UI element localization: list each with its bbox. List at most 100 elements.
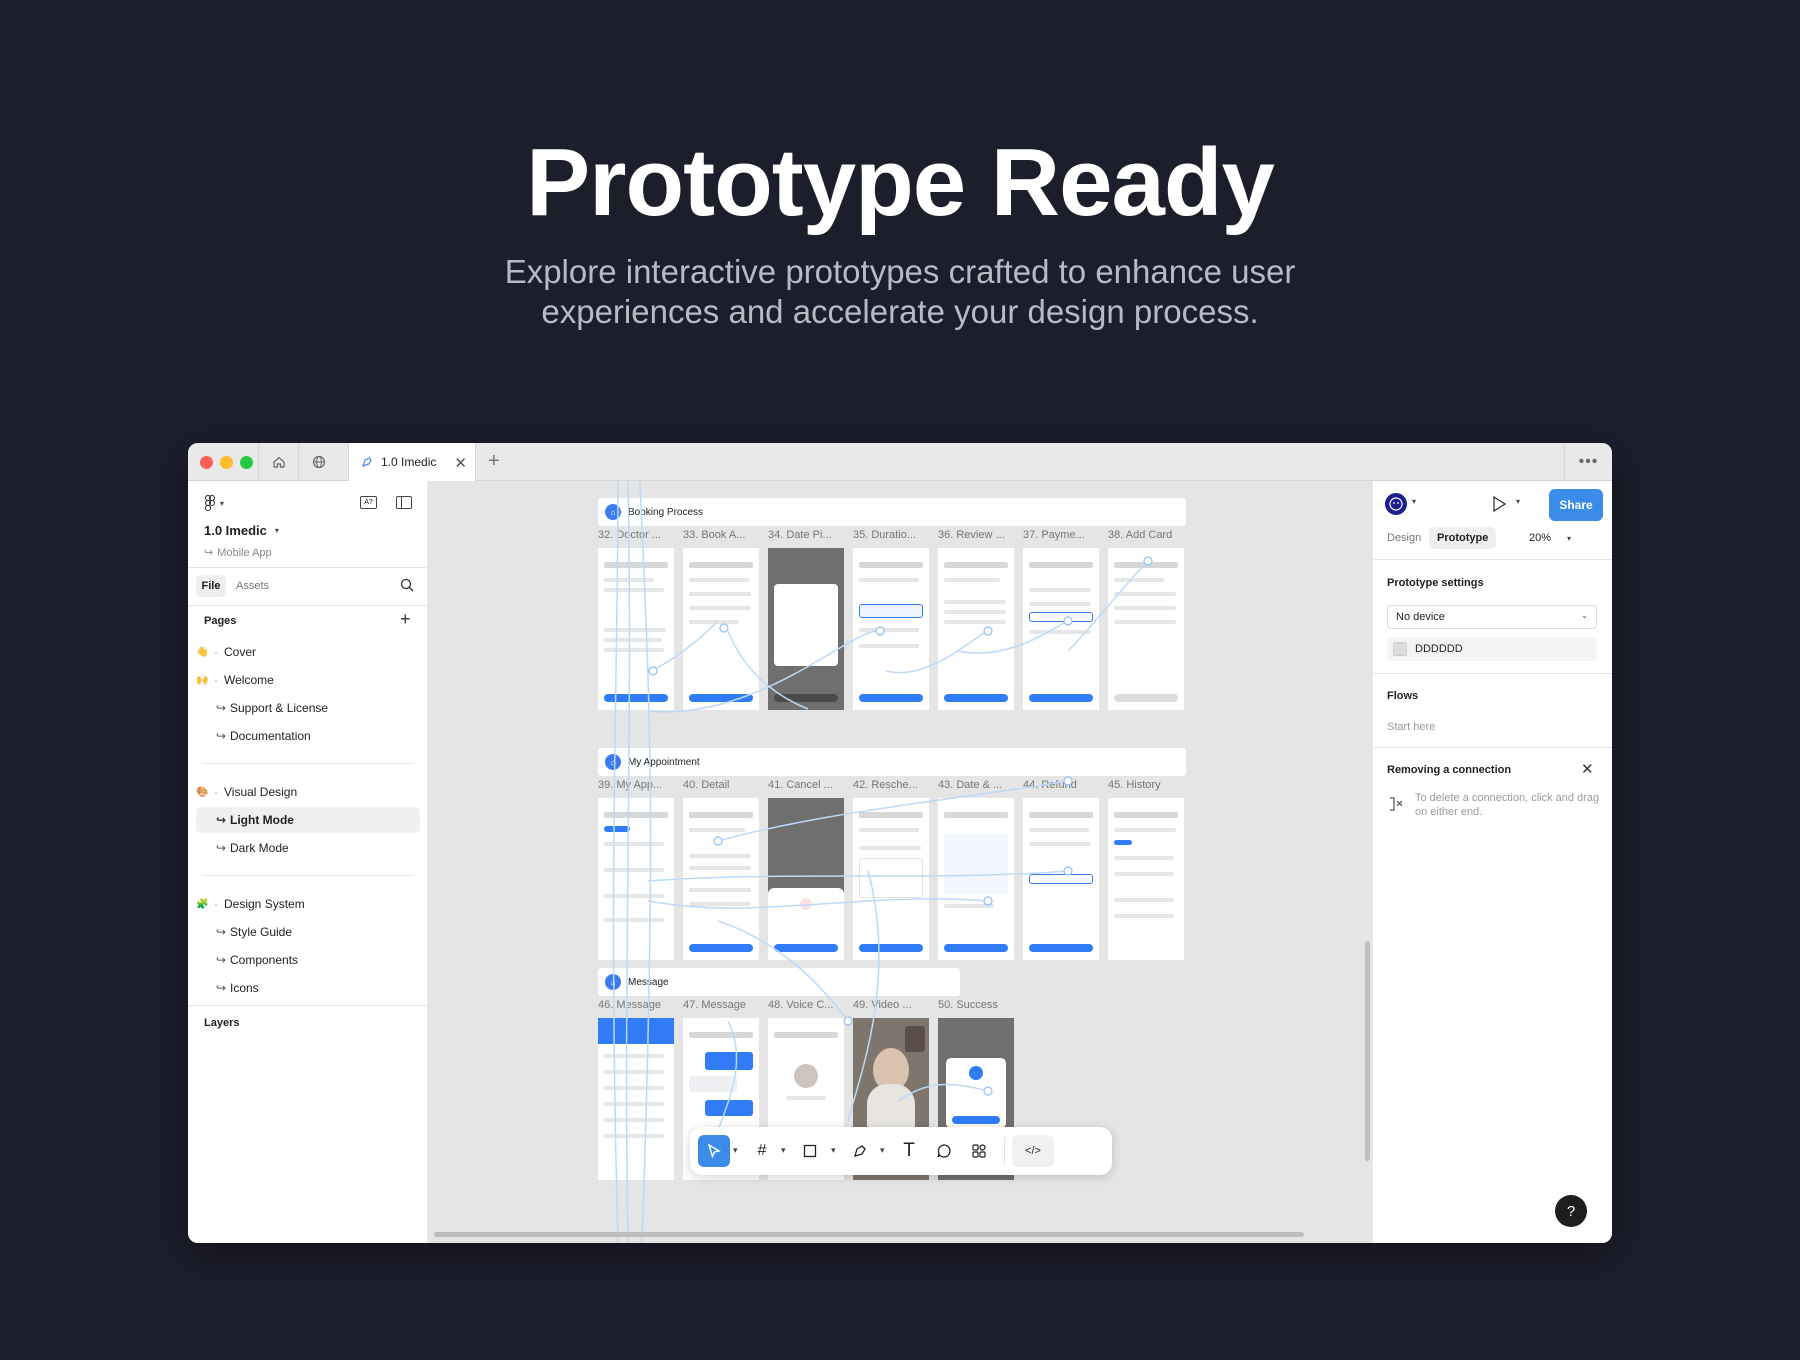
pen-tool-icon [362,457,372,467]
help-button[interactable]: ? [1555,1195,1587,1227]
page-item-documentation[interactable]: ↪ Documentation [196,723,420,749]
main-menu-button[interactable]: ▾ [204,495,224,511]
minimize-window-button[interactable] [220,456,233,469]
pen-tool-button[interactable] [844,1135,876,1167]
page-item-cover[interactable]: 👋 · Cover [196,639,420,665]
close-window-button[interactable] [200,456,213,469]
right-panel: ▾ ▾ Share Design Prototype 20% ▾ Prototy… [1372,481,1612,1243]
tab-design[interactable]: Design [1387,527,1421,549]
return-arrow-icon: ↪ [216,729,227,743]
font-icon[interactable]: A? [360,496,377,509]
device-select[interactable]: No device ⌄ [1387,605,1597,629]
page-label: Documentation [230,729,311,743]
tab-prototype[interactable]: Prototype [1429,527,1497,549]
file-name: 1.0 Imedic [204,523,267,538]
return-arrow-icon: ↪ [216,953,227,967]
hero-title: Prototype Ready [526,129,1275,236]
zoom-value: 20% [1529,532,1552,544]
hero-subtitle: Explore interactive prototypes crafted t… [504,253,1296,330]
sidebar-toggle-icon[interactable] [396,496,412,509]
app-window: 1.0 Imedic ✕ + ••• ▾ A? 1.0 Imedic ▾ ↪ M… [188,443,1612,1243]
palette-emoji-icon: 🎨 [196,786,209,798]
chevron-down-icon: ▾ [274,526,279,535]
page-label: Dark Mode [230,841,289,855]
tab-assets[interactable]: Assets [236,575,269,597]
background-color-value: DDDDDD [1415,643,1463,655]
return-arrow-icon: ↪ [216,701,227,715]
chevron-down-icon[interactable]: ▾ [1516,497,1520,506]
page-label: Support & License [230,701,329,715]
page-item-icons[interactable]: ↪ Icons [196,975,420,1001]
tab-file[interactable]: File [196,575,226,597]
file-tab[interactable]: 1.0 Imedic ✕ [348,443,476,481]
search-icon[interactable] [400,578,414,595]
more-icon[interactable]: ••• [1564,443,1612,481]
comment-tool-button[interactable] [928,1135,960,1167]
home-button[interactable] [258,443,298,481]
chevron-down-icon[interactable]: ▾ [733,1145,738,1156]
page-item-light-mode[interactable]: ↪ Light Mode [196,807,420,833]
background-color-field[interactable]: DDDDDD [1387,637,1597,661]
page-label: Style Guide [230,925,293,939]
raised-hands-emoji-icon: 🙌 [196,674,209,686]
project-link[interactable]: ↪ Mobile App [204,546,272,560]
page-item-design-system[interactable]: 🧩 · Design System [196,891,420,917]
play-icon [1493,495,1507,513]
close-icon[interactable]: ✕ [1581,760,1594,778]
file-name-button[interactable]: 1.0 Imedic ▾ [204,523,279,538]
frame-tool-button[interactable]: # [746,1135,778,1167]
add-page-icon[interactable]: + [400,609,411,630]
close-tab-icon[interactable]: ✕ [454,454,467,472]
page-label: Welcome [224,673,274,687]
text-tool-button[interactable]: T [893,1135,925,1167]
page-label: Visual Design [224,785,298,799]
dev-mode-toggle[interactable]: </> [1012,1135,1054,1167]
page-item-visual-design[interactable]: 🎨 · Visual Design [196,779,420,805]
chevron-down-icon[interactable]: ▾ [880,1145,885,1156]
page-label: Components [230,953,299,967]
return-arrow-icon: ↪ [216,981,227,995]
color-swatch[interactable] [1393,642,1407,656]
page-label: Icons [230,981,259,995]
home-icon [272,456,285,468]
page-item-welcome[interactable]: 🙌 · Welcome [196,667,420,693]
bottom-toolbar: ▾ # ▾ ▾ ▾ T </> [690,1127,1112,1175]
page-item-support-license[interactable]: ↪ Support & License [196,695,420,721]
community-button[interactable] [298,443,338,481]
horizontal-scrollbar[interactable] [434,1232,1304,1237]
page-item-components[interactable]: ↪ Components [196,947,420,973]
smiley-icon [1389,497,1403,511]
flow-start-here[interactable]: Start here [1387,721,1435,733]
page-item-style-guide[interactable]: ↪ Style Guide [196,919,420,945]
rectangle-icon [803,1144,817,1158]
wave-emoji-icon: 👋 [196,646,209,658]
new-tab-icon[interactable]: + [488,450,500,473]
chevron-down-icon[interactable]: ▾ [781,1145,786,1156]
canvas[interactable]: ⌂ Booking Process 32. Doctor ... 33. Boo… [428,481,1372,1243]
chevron-down-icon: ⌄ [1581,611,1588,620]
page-item-dark-mode[interactable]: ↪ Dark Mode [196,835,420,861]
shape-tool-button[interactable] [794,1135,826,1167]
page-label: Cover [224,645,257,659]
present-button[interactable] [1491,495,1507,516]
layers-heading: Layers [204,1017,240,1029]
zoom-control[interactable]: 20% ▾ [1529,527,1571,549]
move-tool-button[interactable] [698,1135,730,1167]
return-arrow-icon: ↪ [216,925,227,939]
return-arrow-icon: ↪ [216,841,227,855]
chevron-down-icon[interactable]: ▾ [831,1145,836,1156]
pages-heading: Pages [204,615,237,627]
code-icon: </> [1025,1145,1041,1157]
chevron-down-icon[interactable]: ▾ [1412,497,1416,506]
flows-heading: Flows [1387,690,1419,702]
vertical-scrollbar[interactable] [1365,941,1370,1161]
device-select-value: No device [1396,611,1445,623]
frame-icon: # [757,1142,767,1159]
chevron-down-icon: ▾ [220,498,225,508]
text-icon: T [903,1140,915,1161]
actions-tool-button[interactable] [963,1135,995,1167]
maximize-window-button[interactable] [240,456,253,469]
share-button[interactable]: Share [1549,489,1603,521]
page-label: Design System [224,897,305,911]
avatar[interactable] [1385,493,1407,515]
